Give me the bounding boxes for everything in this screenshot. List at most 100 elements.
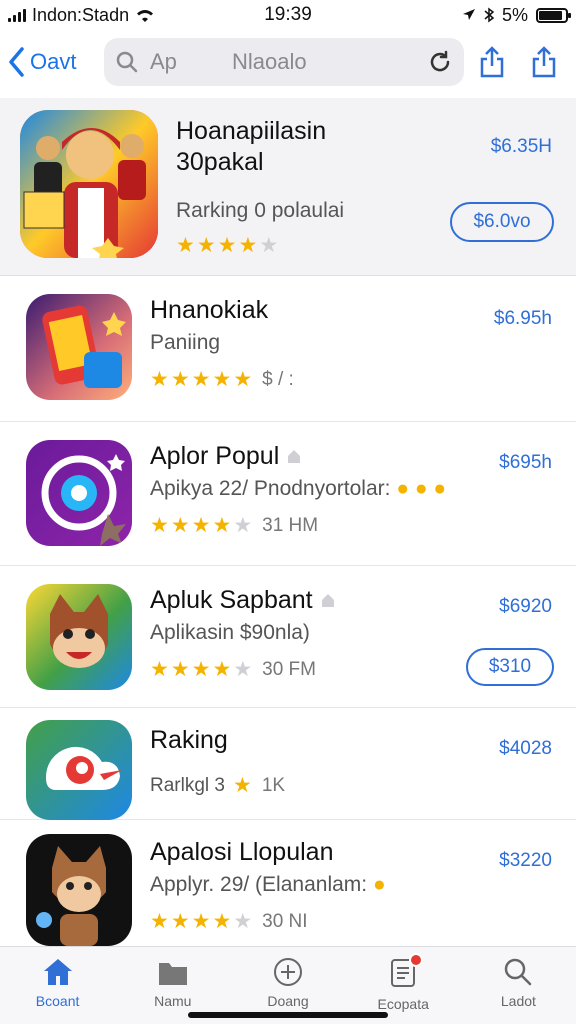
- status-bar: Indon:Stadn 19:39 5%: [0, 0, 576, 30]
- star-icon: ★: [217, 233, 237, 257]
- featured-app[interactable]: Hoanapiilasin 30pakal Rarking 0 polaulai…: [0, 98, 576, 276]
- app-meta: 30 FM: [262, 658, 316, 680]
- star-icon: ★: [170, 910, 190, 933]
- plus-circle-icon: [274, 958, 302, 986]
- app-title: Apluk Sapbant: [150, 586, 456, 615]
- app-subtitle: Paniing: [150, 331, 221, 354]
- star-icon: ★: [170, 514, 190, 537]
- location-icon: [462, 9, 475, 20]
- app-title: Aplor Popul: [150, 442, 456, 471]
- star-icon: ★: [191, 514, 211, 537]
- star-icon: ★: [233, 368, 253, 391]
- share-icon: [480, 46, 504, 78]
- home-indicator[interactable]: [188, 1012, 388, 1018]
- tab-home[interactable]: Bcoant: [0, 947, 115, 1024]
- featured-price: $6.35H: [490, 136, 552, 157]
- search-value: Nlaoalo: [232, 49, 307, 74]
- app-icon: [26, 584, 132, 690]
- star-icon: ★: [212, 658, 232, 681]
- clipboard-icon: [387, 953, 424, 990]
- emoji-icon: ●: [372, 873, 386, 896]
- battery-percent: 5%: [501, 4, 528, 25]
- folder-icon: [158, 963, 187, 985]
- featured-title: Hoanapiilasin: [176, 117, 327, 145]
- star-icon: ★: [170, 368, 190, 391]
- wifi-icon: [137, 10, 154, 22]
- featured-subtitle: 30pakal: [176, 148, 264, 177]
- star-icon: ★: [191, 368, 211, 391]
- list-item[interactable]: Aplor Popul Apikya 22/ Pnodnyortolar: ● …: [0, 422, 576, 566]
- star-icon: ★: [196, 233, 216, 257]
- app-subtitle: Applyr. 29/ (Elananlam: ●: [150, 873, 386, 896]
- star-icon: ★: [259, 233, 279, 257]
- app-line: Rarlkgl 3: [150, 774, 225, 796]
- star-icon: ★: [170, 658, 190, 681]
- search-icon: [505, 958, 532, 986]
- refresh-icon[interactable]: [428, 50, 452, 74]
- app-get-button[interactable]: $310: [466, 648, 554, 686]
- app-icon: [26, 294, 132, 400]
- app-title: Raking: [150, 726, 228, 754]
- carrier-label: Indon:Stadn: [32, 4, 130, 25]
- export-button[interactable]: [528, 44, 560, 80]
- chevron-left-icon: [9, 47, 24, 77]
- tab-search[interactable]: Ladot: [461, 947, 576, 1024]
- featured-get-button[interactable]: $6.0vo: [450, 202, 554, 242]
- signal-icon: [8, 8, 26, 22]
- app-title: Hnanokiak: [150, 296, 269, 324]
- app-subtitle: Apikya 22/ Pnodnyortolar: ● ● ●: [150, 477, 447, 500]
- share-icon: [532, 46, 556, 78]
- bluetooth-icon: [484, 7, 494, 23]
- app-title: Apalosi Llopulan: [150, 838, 334, 866]
- star-icon: ★: [150, 514, 169, 537]
- home-small-icon: [288, 450, 301, 463]
- app-icon: [26, 834, 132, 946]
- app-price: $3220: [499, 850, 552, 871]
- star-icon: ★: [212, 368, 232, 391]
- carrier-group: Indon:Stadn: [8, 5, 155, 26]
- star-icon: ★: [233, 910, 253, 933]
- star-icon: ★: [150, 910, 169, 933]
- app-rating: ★ ★ ★ ★ ★: [150, 513, 252, 538]
- star-icon: ★: [212, 514, 232, 537]
- app-icon: [26, 720, 132, 820]
- star-icon: ★: [232, 774, 252, 797]
- star-icon: ★: [212, 910, 232, 933]
- back-button[interactable]: Oavt: [8, 47, 104, 77]
- app-rating: ★ ★ ★ ★ ★: [150, 657, 252, 682]
- app-icon: [26, 440, 132, 546]
- featured-line: Rarking 0 polaulai: [176, 198, 345, 222]
- share-button[interactable]: [476, 44, 508, 80]
- star-icon: ★: [233, 658, 253, 681]
- search-icon: [116, 51, 138, 73]
- star-icon: ★: [191, 658, 211, 681]
- app-subtitle: Aplikasin $90nla): [150, 621, 310, 644]
- list-item[interactable]: Hnanokiak Paniing ★ ★ ★ ★ ★ $ / : $6.95h: [0, 276, 576, 422]
- app-meta: 30 NI: [262, 910, 308, 932]
- app-rating: ★ ★ ★ ★ ★: [150, 367, 252, 392]
- app-rating: ★ ★ ★ ★ ★: [150, 909, 252, 934]
- list-item[interactable]: Raking Rarlkgl 3 ★ 1K $4028: [0, 708, 576, 820]
- star-icon: ★: [176, 233, 195, 257]
- app-price: $4028: [499, 738, 552, 759]
- emoji-icon: ● ● ●: [396, 477, 447, 500]
- search-field[interactable]: Ap Nlaoalo: [104, 38, 464, 86]
- star-icon: ★: [238, 233, 258, 257]
- search-query: Ap: [150, 49, 177, 74]
- battery-icon: [536, 7, 571, 23]
- app-meta: 1K: [261, 774, 286, 796]
- notification-badge: [409, 953, 424, 967]
- app-price: $6920: [499, 596, 552, 617]
- star-icon: ★: [233, 514, 253, 537]
- star-icon: ★: [150, 658, 169, 681]
- list-item[interactable]: Apluk Sapbant Aplikasin $90nla) ★ ★ ★ ★ ★ 30 …: [0, 566, 576, 708]
- app-price: $695h: [499, 452, 552, 473]
- app-meta: 31 HM: [262, 514, 319, 536]
- navigation-bar: Oavt Ap Nlaoalo: [0, 34, 576, 90]
- home-small-icon: [321, 594, 334, 607]
- featured-rating: ★ ★ ★ ★ ★: [176, 233, 278, 258]
- home-icon: [43, 959, 72, 985]
- featured-app-icon: [20, 110, 158, 258]
- app-price: $6.95h: [493, 308, 552, 329]
- list-item[interactable]: Apalosi Llopulan Applyr. 29/ (Elananlam:…: [0, 820, 576, 946]
